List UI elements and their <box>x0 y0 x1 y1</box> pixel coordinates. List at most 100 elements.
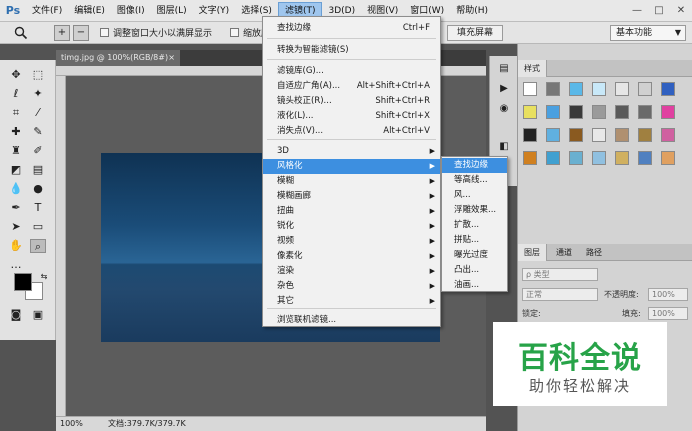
style-swatch[interactable] <box>615 128 629 142</box>
style-swatch[interactable] <box>638 151 652 165</box>
style-swatch[interactable] <box>546 105 560 119</box>
filter-menu-item[interactable]: 查找边缘 Ctrl+F <box>263 21 440 36</box>
stylize-menu-item[interactable]: 查找边缘 <box>442 158 507 173</box>
blend-mode-select[interactable]: 正常 <box>522 288 598 301</box>
adjustments-icon[interactable]: ◧ <box>497 140 511 154</box>
zoom-in-button[interactable]: + <box>54 25 70 41</box>
foreground-color-swatch[interactable] <box>14 273 32 291</box>
swap-colors-icon[interactable]: ⇆ <box>36 270 52 284</box>
stylize-menu-item[interactable]: 拼贴... <box>442 233 507 248</box>
screen-mode-icon[interactable]: ▣ <box>30 308 46 322</box>
filter-menu-item[interactable]: 锐化 ▶ <box>263 219 440 234</box>
style-swatch[interactable] <box>546 128 560 142</box>
tab-channels[interactable]: 通道 <box>550 244 578 261</box>
close-tab-icon[interactable]: × <box>168 50 175 66</box>
stylize-menu-item[interactable]: 油画... <box>442 278 507 293</box>
path-selection-icon[interactable]: ➤ <box>8 220 24 234</box>
properties-icon[interactable]: ◉ <box>497 102 511 116</box>
crop-tool-icon[interactable]: ⌗ <box>8 106 24 120</box>
marquee-tool-icon[interactable]: ⬚ <box>30 68 46 82</box>
gradient-tool-icon[interactable]: ▤ <box>30 163 46 177</box>
style-swatch[interactable] <box>638 82 652 96</box>
opacity-field[interactable]: 100% <box>648 288 688 301</box>
filter-menu-item[interactable]: 杂色 ▶ <box>263 279 440 294</box>
filter-menu-item[interactable]: 扭曲 ▶ <box>263 204 440 219</box>
filter-menu-item[interactable]: 液化(L)... Shift+Ctrl+X <box>263 109 440 124</box>
menu-image[interactable]: 图像(I) <box>111 0 151 22</box>
stylize-menu-item[interactable]: 等高线... <box>442 173 507 188</box>
maximize-button[interactable]: □ <box>648 0 670 22</box>
rectangle-tool-icon[interactable]: ▭ <box>30 220 46 234</box>
zoom-level[interactable]: 100% <box>60 417 83 431</box>
filter-menu-item[interactable]: 消失点(V)... Alt+Ctrl+V <box>263 124 440 139</box>
layer-kind-filter[interactable]: ρ 类型 <box>522 268 598 281</box>
tab-layers[interactable]: 图层 <box>518 244 547 261</box>
lasso-tool-icon[interactable]: ℓ <box>8 87 24 101</box>
style-swatch[interactable] <box>569 105 583 119</box>
workspace-select[interactable]: 基本功能 ▼ <box>610 25 686 41</box>
filter-menu-item[interactable]: 自适应广角(A)... Alt+Shift+Ctrl+A <box>263 79 440 94</box>
stylize-menu-item[interactable]: 扩散... <box>442 218 507 233</box>
tab-styles[interactable]: 样式 <box>518 60 547 77</box>
clone-stamp-icon[interactable]: ♜ <box>8 144 24 158</box>
move-tool-icon[interactable]: ✥ <box>8 68 24 82</box>
filter-menu-item[interactable]: 像素化 ▶ <box>263 249 440 264</box>
close-button[interactable]: ✕ <box>670 0 692 22</box>
menu-file[interactable]: 文件(F) <box>26 0 68 22</box>
resize-windows-checkbox[interactable] <box>100 28 109 37</box>
style-swatch[interactable] <box>661 128 675 142</box>
filter-menu-item[interactable]: 转换为智能滤镜(S) <box>263 43 440 58</box>
menu-layer[interactable]: 图层(L) <box>151 0 193 22</box>
filter-menu-item[interactable]: 风格化 ▶ <box>263 159 440 174</box>
style-swatch[interactable] <box>661 105 675 119</box>
zoom-all-checkbox[interactable] <box>230 28 239 37</box>
stylize-menu-item[interactable]: 浮雕效果... <box>442 203 507 218</box>
style-swatch[interactable] <box>523 128 537 142</box>
style-swatch[interactable] <box>661 151 675 165</box>
filter-menu-item[interactable]: 镜头校正(R)... Shift+Ctrl+R <box>263 94 440 109</box>
style-swatch[interactable] <box>592 128 606 142</box>
style-swatch[interactable] <box>592 82 606 96</box>
history-icon[interactable]: ▤ <box>497 62 511 76</box>
filter-menu-item[interactable]: 视频 ▶ <box>263 234 440 249</box>
menu-type[interactable]: 文字(Y) <box>193 0 236 22</box>
brush-tool-icon[interactable]: ✎ <box>30 125 46 139</box>
style-swatch[interactable] <box>546 151 560 165</box>
filter-menu-item[interactable]: 滤镜库(G)... <box>263 64 440 79</box>
minimize-button[interactable]: — <box>626 0 648 22</box>
style-swatch[interactable] <box>661 82 675 96</box>
tab-paths[interactable]: 路径 <box>580 244 608 261</box>
zoom-icon[interactable] <box>14 26 28 43</box>
style-swatch[interactable] <box>638 128 652 142</box>
pen-tool-icon[interactable]: ✒ <box>8 201 24 215</box>
style-swatch[interactable] <box>615 151 629 165</box>
stylize-menu-item[interactable]: 凸出... <box>442 263 507 278</box>
document-tab[interactable]: timg.jpg @ 100%(RGB/8#) × <box>56 50 180 66</box>
style-swatch[interactable] <box>569 128 583 142</box>
style-swatch[interactable] <box>523 82 537 96</box>
filter-menu-item[interactable]: 其它 ▶ <box>263 294 440 309</box>
style-swatch[interactable] <box>615 105 629 119</box>
filter-menu-item[interactable]: 模糊画廊 ▶ <box>263 189 440 204</box>
type-tool-icon[interactable]: T <box>30 201 46 215</box>
healing-brush-icon[interactable]: ✚ <box>8 125 24 139</box>
blur-tool-icon[interactable]: 💧 <box>8 182 24 196</box>
zoom-out-button[interactable]: − <box>73 25 89 41</box>
filter-menu-item[interactable]: 渲染 ▶ <box>263 264 440 279</box>
style-swatch[interactable] <box>592 151 606 165</box>
style-swatch[interactable] <box>592 105 606 119</box>
filter-menu-item[interactable]: 浏览联机滤镜... <box>263 313 440 328</box>
zoom-tool-icon[interactable]: ⌕ <box>30 239 46 253</box>
filter-menu-item[interactable]: 模糊 ▶ <box>263 174 440 189</box>
hand-tool-icon[interactable]: ✋ <box>8 239 24 253</box>
filter-menu-item[interactable]: 3D ▶ <box>263 144 440 159</box>
dodge-tool-icon[interactable]: ● <box>30 182 46 196</box>
style-swatch[interactable] <box>569 151 583 165</box>
magic-wand-tool-icon[interactable]: ✦ <box>30 87 46 101</box>
fill-field[interactable]: 100% <box>648 307 688 320</box>
stylize-menu-item[interactable]: 曝光过度 <box>442 248 507 263</box>
actions-icon[interactable]: ▶ <box>497 82 511 96</box>
style-swatch[interactable] <box>569 82 583 96</box>
fill-screen-button[interactable]: 填充屏幕 <box>447 25 503 41</box>
eyedropper-tool-icon[interactable]: ⁄ <box>30 106 46 120</box>
